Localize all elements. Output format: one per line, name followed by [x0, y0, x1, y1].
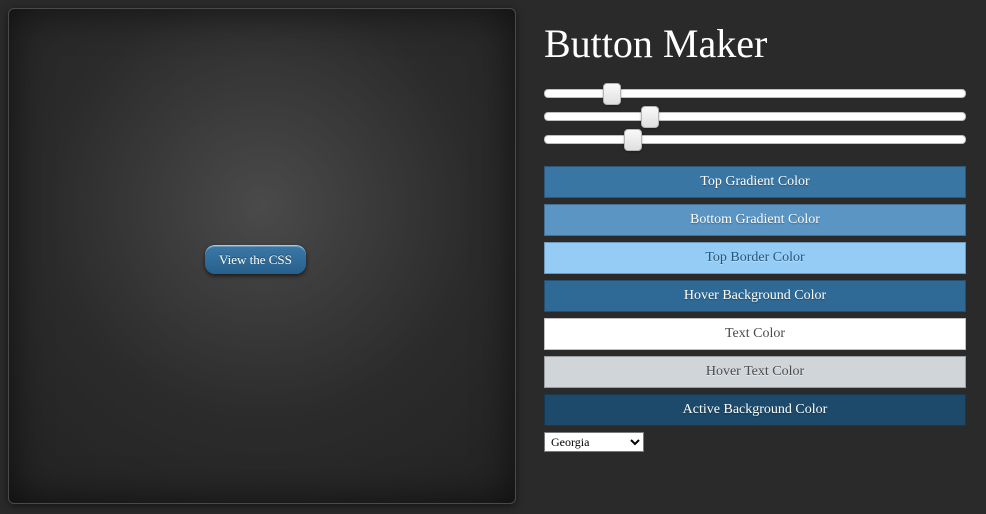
font-select[interactable]: Georgia — [544, 432, 644, 452]
controls-panel: Button Maker Top Gradient Color Bottom G… — [516, 0, 986, 514]
slider-track-0[interactable] — [544, 89, 966, 98]
slider-row-0 — [544, 89, 966, 98]
preview-button[interactable]: View the CSS — [205, 245, 306, 274]
slider-thumb-2[interactable] — [624, 129, 642, 151]
color-row-top-gradient[interactable]: Top Gradient Color — [544, 166, 966, 198]
color-row-text-color[interactable]: Text Color — [544, 318, 966, 350]
slider-row-2 — [544, 135, 966, 144]
page-title: Button Maker — [544, 20, 966, 67]
color-row-hover-bg[interactable]: Hover Background Color — [544, 280, 966, 312]
slider-thumb-1[interactable] — [641, 106, 659, 128]
color-row-hover-text[interactable]: Hover Text Color — [544, 356, 966, 388]
color-row-top-border[interactable]: Top Border Color — [544, 242, 966, 274]
slider-track-1[interactable] — [544, 112, 966, 121]
color-row-active-bg[interactable]: Active Background Color — [544, 394, 966, 426]
color-row-bottom-gradient[interactable]: Bottom Gradient Color — [544, 204, 966, 236]
slider-track-2[interactable] — [544, 135, 966, 144]
slider-thumb-0[interactable] — [603, 83, 621, 105]
preview-panel: View the CSS — [8, 8, 516, 504]
slider-row-1 — [544, 112, 966, 121]
